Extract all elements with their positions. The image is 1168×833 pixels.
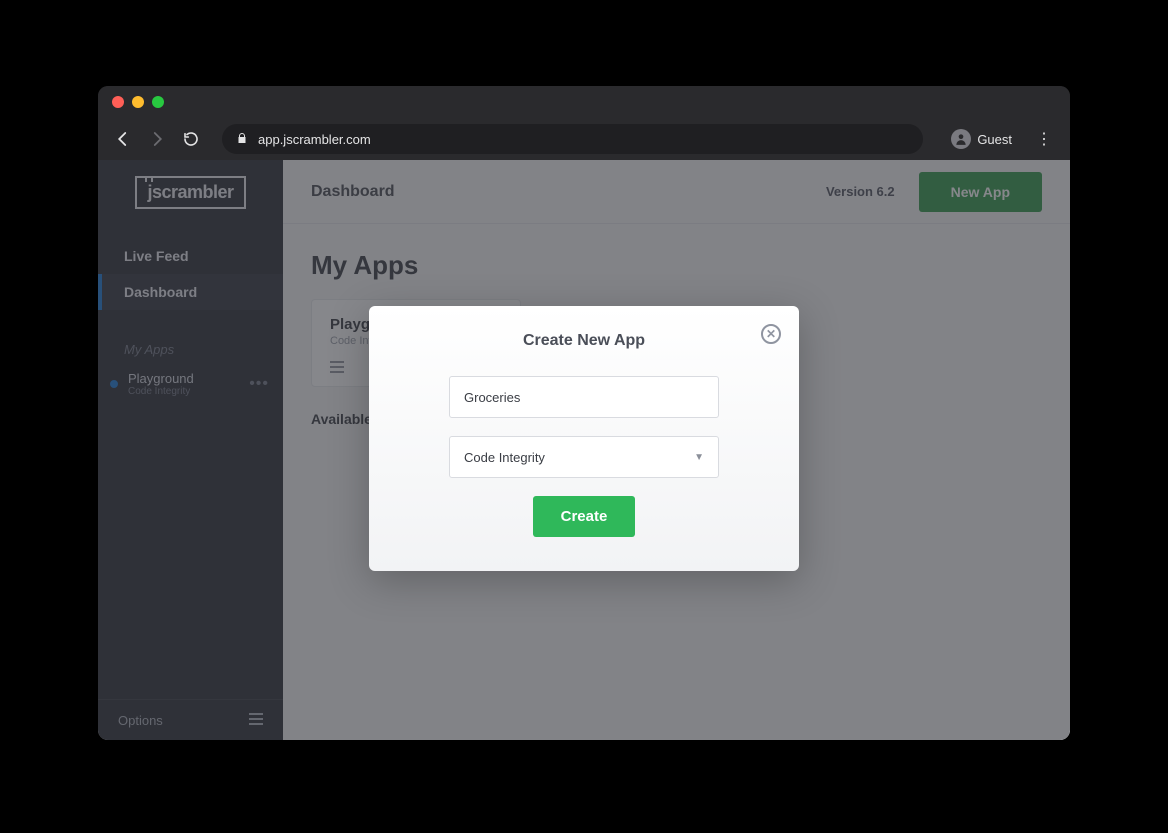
window-close-dot[interactable] xyxy=(112,96,124,108)
modal-actions: Create xyxy=(397,496,771,537)
app-name-input[interactable] xyxy=(464,390,704,405)
modal-title: Create New App xyxy=(397,332,771,350)
create-button[interactable]: Create xyxy=(533,496,636,537)
modal-overlay[interactable]: ✕ Create New App Code Integrity ▼ Create xyxy=(98,160,1070,740)
app-type-selected: Code Integrity xyxy=(464,450,694,465)
browser-menu-button[interactable]: ⋮ xyxy=(1032,129,1056,149)
nav-back-button[interactable] xyxy=(112,128,134,150)
window-titlebar xyxy=(98,86,1070,118)
app-name-field[interactable] xyxy=(449,376,719,418)
nav-forward-button[interactable] xyxy=(146,128,168,150)
window-min-dot[interactable] xyxy=(132,96,144,108)
avatar-icon xyxy=(951,129,971,149)
modal-close-button[interactable]: ✕ xyxy=(761,324,781,344)
create-app-modal: ✕ Create New App Code Integrity ▼ Create xyxy=(369,306,799,571)
chevron-down-icon: ▼ xyxy=(694,452,704,463)
close-icon: ✕ xyxy=(766,327,776,341)
app-type-select[interactable]: Code Integrity ▼ xyxy=(449,436,719,478)
profile-label: Guest xyxy=(977,132,1012,147)
nav-reload-button[interactable] xyxy=(180,128,202,150)
lock-icon xyxy=(236,132,248,147)
url-text: app.jscrambler.com xyxy=(258,132,371,147)
profile-chip[interactable]: Guest xyxy=(943,125,1020,153)
app-viewport: jscrambler Live Feed Dashboard My Apps P… xyxy=(98,160,1070,740)
browser-window: app.jscrambler.com Guest ⋮ jscrambler Li… xyxy=(98,86,1070,740)
url-field[interactable]: app.jscrambler.com xyxy=(222,124,923,154)
window-max-dot[interactable] xyxy=(152,96,164,108)
address-bar: app.jscrambler.com Guest ⋮ xyxy=(98,118,1070,160)
